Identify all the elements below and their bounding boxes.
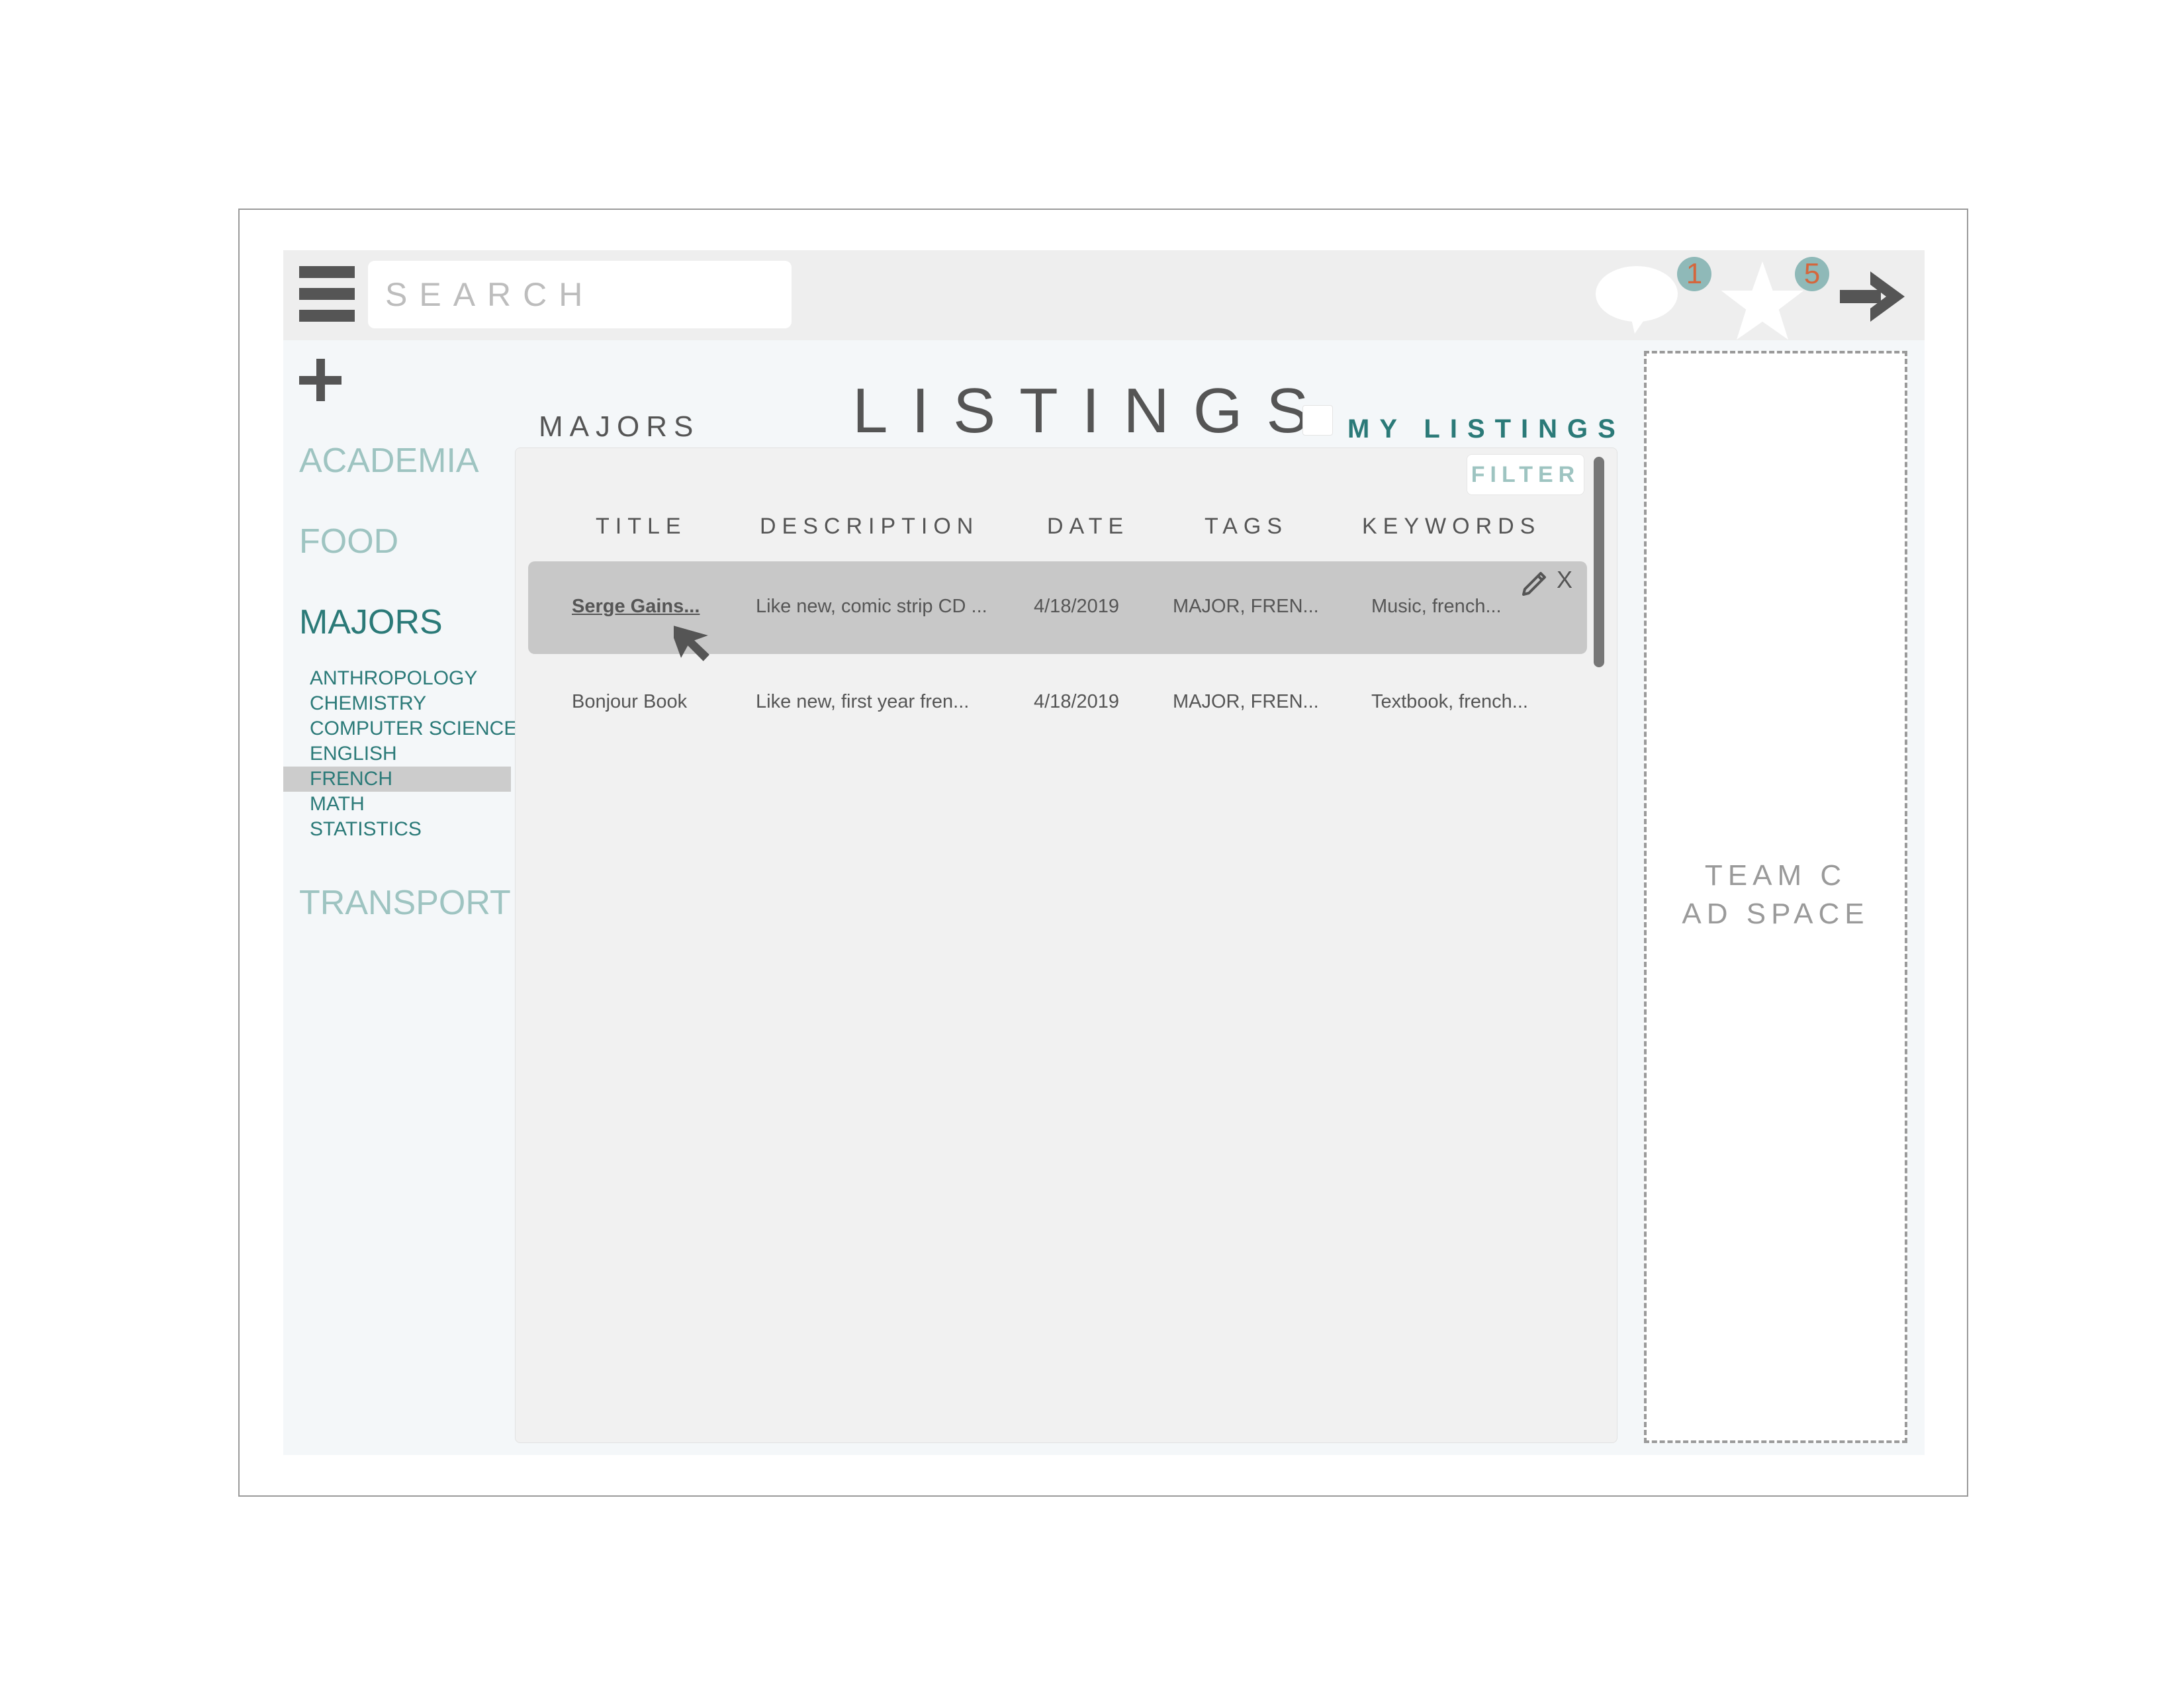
ad-line-2: AD SPACE: [1682, 898, 1870, 930]
listing-description: Like new, first year fren...: [756, 691, 970, 712]
scrollbar[interactable]: [1594, 457, 1604, 667]
listing-tags: MAJOR, FREN...: [1173, 596, 1319, 617]
category-majors[interactable]: MAJORS: [299, 602, 443, 642]
category-food[interactable]: FOOD: [299, 522, 398, 561]
mouse-cursor-icon: [674, 624, 709, 661]
listing-keywords: Music, french...: [1371, 596, 1502, 617]
subcategory-anthropology[interactable]: ANTHROPOLOGY: [283, 666, 511, 691]
column-header-description[interactable]: DESCRIPTION: [760, 514, 979, 539]
column-header-tags[interactable]: TAGS: [1205, 514, 1288, 539]
my-listings-label[interactable]: MY LISTINGS: [1347, 414, 1625, 444]
ad-space-label: TEAM C AD SPACE: [1644, 857, 1907, 933]
listing-date: 4/18/2019: [1034, 596, 1120, 617]
delete-listing-icon[interactable]: X: [1557, 567, 1579, 593]
listing-title-link[interactable]: Serge Gains...: [572, 596, 700, 618]
edit-pencil-icon[interactable]: [1521, 568, 1550, 597]
menu-icon[interactable]: [299, 266, 355, 322]
filter-button[interactable]: FILTER: [1467, 454, 1584, 495]
category-transport[interactable]: TRANSPORT: [299, 883, 511, 923]
column-header-keywords[interactable]: KEYWORDS: [1362, 514, 1541, 539]
subcategory-french[interactable]: FRENCH: [283, 767, 511, 792]
column-header-date[interactable]: DATE: [1047, 514, 1129, 539]
subcategory-statistics[interactable]: STATISTICS: [283, 817, 511, 842]
listing-description: Like new, comic strip CD ...: [756, 596, 987, 617]
favorites-count-badge: 5: [1795, 257, 1829, 291]
add-listing-icon[interactable]: [299, 359, 341, 401]
section-label: MAJORS: [539, 410, 700, 443]
listing-date: 4/18/2019: [1034, 691, 1120, 712]
category-academia[interactable]: ACADEMIA: [299, 441, 479, 481]
messages-count-badge: 1: [1677, 257, 1711, 291]
subcategory-english[interactable]: ENGLISH: [283, 741, 511, 767]
logout-arrow-icon[interactable]: [1840, 270, 1906, 323]
listing-keywords: Textbook, french...: [1371, 691, 1528, 712]
search-input[interactable]: [368, 261, 792, 328]
majors-subcategory-list: ANTHROPOLOGY CHEMISTRY COMPUTER SCIENCE …: [283, 666, 517, 842]
subcategory-chemistry[interactable]: CHEMISTRY: [283, 691, 511, 716]
my-listings-checkbox[interactable]: [1302, 405, 1333, 436]
subcategory-math[interactable]: MATH: [283, 792, 511, 817]
ad-line-1: TEAM C: [1704, 859, 1847, 892]
column-header-title[interactable]: TITLE: [596, 514, 687, 539]
favorites-star-icon[interactable]: [1719, 259, 1805, 342]
page-title: LISTINGS: [852, 375, 1333, 446]
listing-tags: MAJOR, FREN...: [1173, 691, 1319, 712]
messages-icon[interactable]: [1594, 263, 1680, 335]
subcategory-computer-science[interactable]: COMPUTER SCIENCE: [283, 716, 517, 741]
listing-row[interactable]: Bonjour Book Like new, first year fren..…: [528, 657, 1587, 749]
listing-title-link[interactable]: Bonjour Book: [572, 691, 687, 713]
